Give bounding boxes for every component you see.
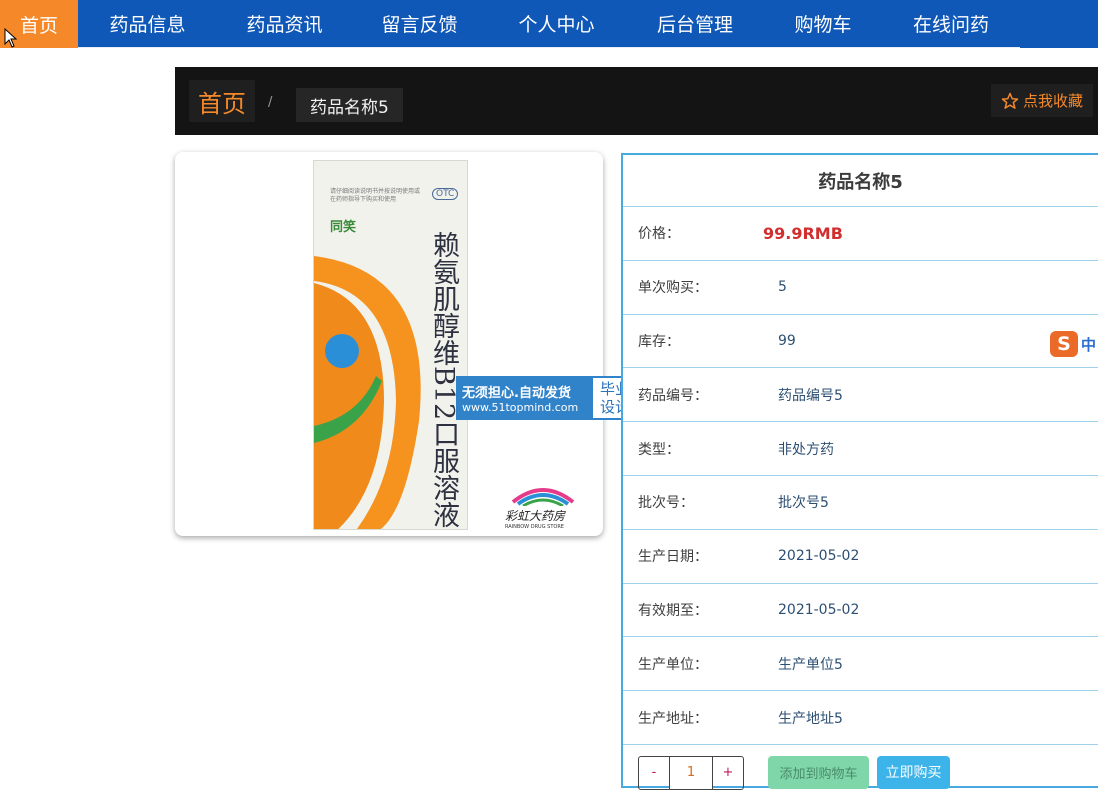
info-row-type: 类型： 非处方药 (623, 422, 1098, 476)
nav-item-drug-news[interactable]: 药品资讯 (217, 0, 352, 48)
info-label: 生产地址： (638, 710, 708, 727)
otc-badge: OTC (432, 188, 459, 200)
quantity-input[interactable] (669, 756, 713, 789)
info-value: 非处方药 (778, 441, 834, 458)
info-row-stock: 库存： 99 (623, 315, 1098, 369)
nav-item-home[interactable]: 首页 (0, 0, 78, 48)
collect-button[interactable]: 点我收藏 (991, 84, 1094, 117)
watermark-text: 无须担心.自动发货 www.51topmind.com (456, 376, 591, 420)
medicine-box: 请仔细阅读说明书并按说明使用或在药师指导下购买和使用 OTC 同笑 赖氨肌醇维B… (313, 160, 468, 530)
quantity-stepper: - + (638, 755, 744, 790)
quantity-plus-button[interactable]: + (713, 757, 743, 789)
info-value: 批次号5 (778, 495, 829, 512)
info-row-price: 价格： 99.9RMB (623, 207, 1098, 261)
info-value: 生产地址5 (778, 710, 843, 727)
info-label: 库存： (638, 333, 680, 350)
info-label: 有效期至： (638, 602, 708, 619)
info-value: 5 (778, 279, 787, 296)
info-label: 生产单位： (638, 656, 708, 673)
info-label: 药品编号： (638, 387, 708, 404)
product-info-panel: 药品名称5 价格： 99.9RMB 单次购买： 5 库存： 99 药品编号： 药… (621, 153, 1098, 790)
breadcrumb-current: 药品名称5 (296, 88, 403, 122)
quantity-minus-button[interactable]: - (639, 757, 669, 789)
watermark-url: www.51topmind.com (462, 401, 579, 414)
ime-toolbar[interactable]: S 中 (1050, 330, 1098, 358)
ime-logo-icon: S (1050, 331, 1078, 357)
nav-item-feedback[interactable]: 留言反馈 (352, 0, 487, 48)
info-label: 生产日期： (638, 549, 708, 566)
nav-item-admin[interactable]: 后台管理 (626, 0, 764, 48)
info-label: 类型： (638, 441, 680, 458)
info-row-manufacturer: 生产单位： 生产单位5 (623, 637, 1098, 692)
star-outline-icon (1001, 92, 1019, 109)
info-value: 99 (778, 332, 796, 349)
info-row-single-purchase: 单次购买： 5 (623, 261, 1098, 315)
watermark-banner: 无须担心.自动发货 www.51topmind.com 毕业 设计 (456, 376, 639, 420)
store-name-en: RAINBOW DRUG STORE (505, 524, 564, 530)
info-label: 批次号： (638, 495, 694, 512)
product-image: 请仔细阅读说明书并按说明使用或在药师指导下购买和使用 OTC 同笑 赖氨肌醇维B… (175, 152, 603, 536)
box-small-print: 请仔细阅读说明书并按说明使用或在药师指导下购买和使用 (330, 188, 421, 203)
watermark-line1: 无须担心.自动发货 (462, 386, 571, 401)
info-label: 价格： (638, 226, 680, 243)
box-drug-name: 赖氨肌醇维B12口服溶液 (428, 231, 459, 529)
info-row-drug-code: 药品编号： 药品编号5 (623, 368, 1098, 423)
nav-item-cart[interactable]: 购物车 (764, 0, 882, 48)
info-value: 2021-05-02 (778, 548, 860, 565)
info-row-expiry: 有效期至： 2021-05-02 (623, 584, 1098, 638)
info-value: 生产单位5 (778, 656, 843, 673)
rainbow-logo (511, 488, 575, 506)
collect-label: 点我收藏 (1023, 92, 1084, 110)
ime-language: 中 (1081, 335, 1097, 354)
nav-item-personal-center[interactable]: 个人中心 (487, 0, 626, 48)
info-value: 药品编号5 (778, 387, 843, 404)
breadcrumb-home[interactable]: 首页 (189, 80, 255, 122)
breadcrumb-separator: / (268, 95, 273, 110)
nav-item-online-consult[interactable]: 在线问药 (882, 0, 1020, 48)
box-brand: 同笑 (330, 220, 357, 235)
info-row-batch: 批次号： 批次号5 (623, 476, 1098, 530)
add-to-cart-button[interactable]: 添加到购物车 (768, 755, 869, 789)
buy-now-button[interactable]: 立即购买 (877, 755, 950, 789)
price-value: 99.9RMB (763, 223, 843, 243)
breadcrumb: 首页 / 药品名称5 点我收藏 (175, 67, 1098, 135)
info-value: 2021-05-02 (778, 601, 860, 618)
info-row-address: 生产地址： 生产地址5 (623, 691, 1098, 745)
store-name: 彩虹大药房 (505, 509, 566, 523)
info-row-production-date: 生产日期： 2021-05-02 (623, 530, 1098, 584)
nav-item-drug-info[interactable]: 药品信息 (78, 0, 217, 48)
purchase-actions: - + 添加到购物车 立即购买 (623, 745, 1098, 795)
top-navigation: 首页 药品信息 药品资讯 留言反馈 个人中心 后台管理 购物车 在线问药 (0, 0, 1098, 48)
info-label: 单次购买： (638, 280, 708, 297)
product-title: 药品名称5 (623, 155, 1098, 207)
